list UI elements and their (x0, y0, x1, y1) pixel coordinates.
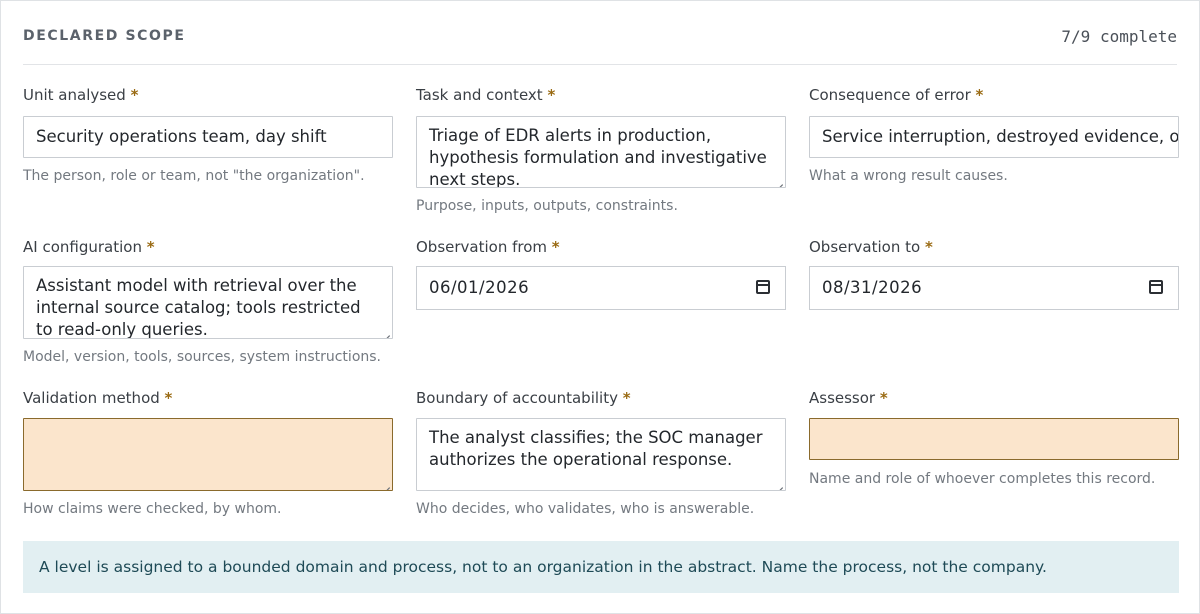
field-hint: Who decides, who validates, who is answe… (416, 501, 755, 517)
required-mark: * (975, 86, 984, 104)
required-mark: * (130, 86, 139, 104)
validation-method-textarea[interactable] (23, 418, 393, 491)
required-mark: * (879, 389, 888, 407)
calendar-icon[interactable] (756, 280, 770, 294)
field-label: Validation method (23, 389, 160, 407)
required-mark: * (146, 238, 155, 256)
required-mark: * (551, 238, 560, 256)
required-mark: * (622, 389, 631, 407)
textarea-text: The analyst classifies; the SOC manager … (429, 428, 763, 469)
section-header: DECLARED SCOPE 7/9 complete (23, 1, 1177, 65)
consequence-input[interactable]: Service interruption, destroyed evidence… (809, 116, 1179, 158)
task-context-textarea[interactable]: Triage of EDR alerts in production, hypo… (416, 116, 786, 188)
assessor-input[interactable] (809, 418, 1179, 460)
resize-grip-icon[interactable] (381, 327, 390, 336)
observation-to-date-input[interactable]: 08/31/2026 (809, 266, 1179, 310)
ai-configuration-textarea[interactable]: Assistant model with retrieval over the … (23, 266, 393, 339)
consequence-field: Consequence of error * Service interrupt… (809, 84, 1179, 184)
observation-from-date-input[interactable]: 06/01/2026 (416, 266, 786, 310)
declared-scope-panel: DECLARED SCOPE 7/9 complete Unit analyse… (0, 0, 1200, 614)
resize-grip-icon[interactable] (381, 479, 390, 488)
unit-analysed-field: Unit analysed * Security operations team… (23, 84, 393, 184)
date-value: 08/31/2026 (822, 278, 923, 297)
resize-grip-icon[interactable] (774, 479, 783, 488)
field-label: Assessor (809, 389, 876, 407)
resize-grip-icon[interactable] (774, 176, 783, 185)
field-hint: Model, version, tools, sources, system i… (23, 349, 381, 365)
field-label: Unit analysed (23, 86, 126, 104)
observation-to-field: Observation to * 08/31/2026 (809, 236, 1179, 310)
field-label: Boundary of accountability (416, 389, 618, 407)
required-mark: * (547, 86, 556, 104)
textarea-text: Assistant model with retrieval over the … (36, 276, 361, 339)
date-value: 06/01/2026 (429, 278, 530, 297)
required-mark: * (164, 389, 173, 407)
field-label: Task and context (416, 86, 543, 104)
field-label: Consequence of error (809, 86, 971, 104)
assessor-field: Assessor * Name and role of whoever comp… (809, 387, 1179, 487)
boundary-accountability-field: Boundary of accountability * The analyst… (416, 387, 786, 517)
field-hint: Purpose, inputs, outputs, constraints. (416, 198, 678, 214)
textarea-text: Triage of EDR alerts in production, hypo… (429, 126, 767, 188)
calendar-icon[interactable] (1149, 280, 1163, 294)
boundary-accountability-textarea[interactable]: The analyst classifies; the SOC manager … (416, 418, 786, 491)
completion-counter: 7/9 complete (1061, 27, 1177, 46)
validation-method-field: Validation method * How claims were chec… (23, 387, 393, 517)
field-hint: Name and role of whoever completes this … (809, 471, 1156, 487)
scope-guidance-note: A level is assigned to a bounded domain … (23, 541, 1179, 593)
field-label: AI configuration (23, 238, 142, 256)
field-label: Observation from (416, 238, 548, 256)
ai-configuration-field: AI configuration * Assistant model with … (23, 236, 393, 365)
field-hint: How claims were checked, by whom. (23, 501, 282, 517)
observation-from-field: Observation from * 06/01/2026 (416, 236, 786, 310)
field-label: Observation to (809, 238, 921, 256)
field-hint: What a wrong result causes. (809, 168, 1008, 184)
required-mark: * (924, 238, 933, 256)
section-title: DECLARED SCOPE (23, 28, 186, 44)
task-context-field: Task and context * Triage of EDR alerts … (416, 84, 786, 214)
unit-analysed-input[interactable]: Security operations team, day shift (23, 116, 393, 158)
field-hint: The person, role or team, not "the organ… (23, 168, 365, 184)
